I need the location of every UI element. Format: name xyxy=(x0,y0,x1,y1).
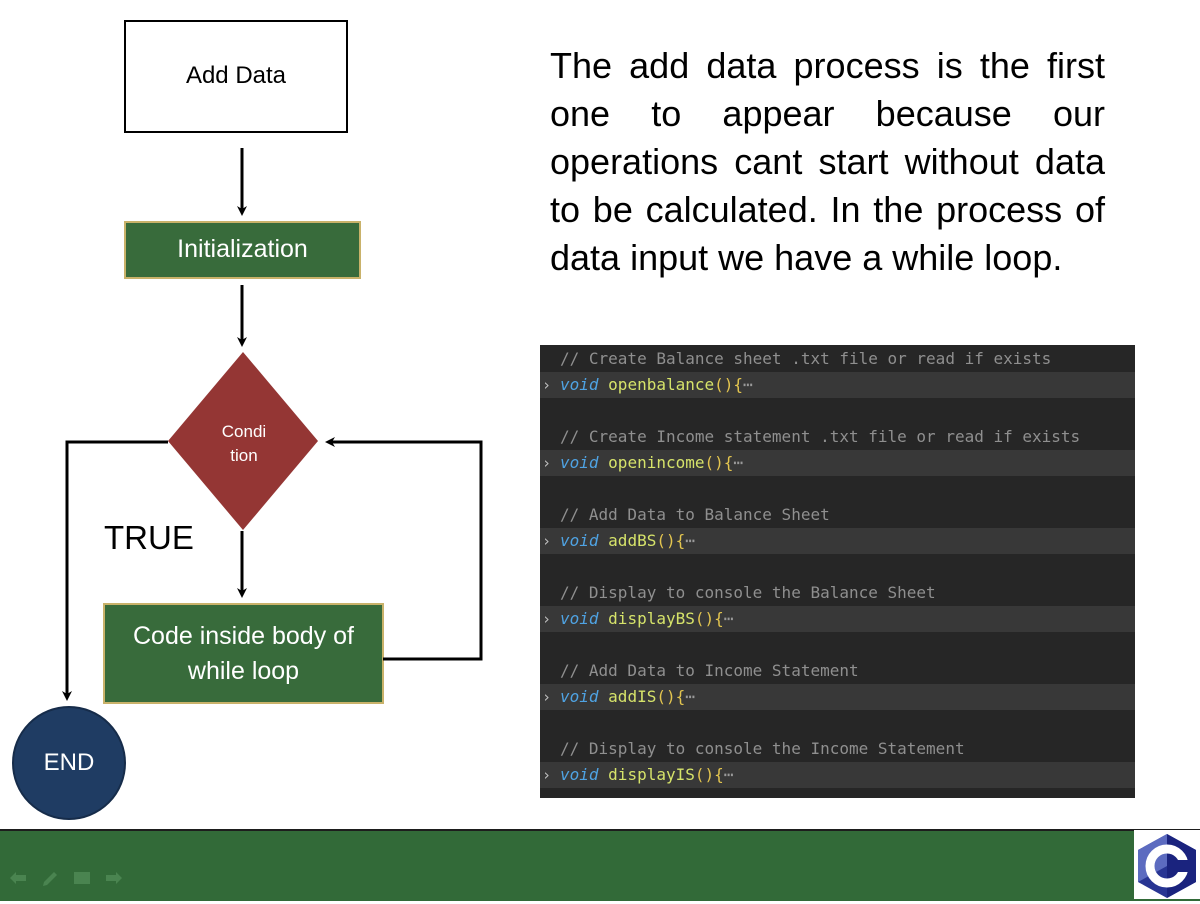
code-function-name: openincome xyxy=(608,453,705,472)
function-signature: void openbalance(){⋯ xyxy=(560,372,753,398)
code-comment: // Display to console the Balance Sheet xyxy=(560,583,936,602)
code-comment: // Add Data to Balance Sheet xyxy=(560,505,830,524)
code-comment: // Create Balance sheet .txt file or rea… xyxy=(560,349,1052,368)
code-parens: (){ xyxy=(714,375,744,394)
code-keyword: void xyxy=(560,453,599,472)
fold-chevron-icon[interactable]: › xyxy=(542,528,551,554)
code-keyword: void xyxy=(560,531,599,550)
true-branch-label: TRUE xyxy=(104,519,194,556)
body-label-line1: Code inside body of xyxy=(133,621,354,650)
function-signature: void addIS(){⋯ xyxy=(560,684,695,710)
function-signature: void displayBS(){⋯ xyxy=(560,606,733,632)
menu-icon[interactable] xyxy=(72,871,92,887)
arrow-left-icon[interactable] xyxy=(8,871,28,887)
body-label-line2: while loop xyxy=(187,656,300,685)
condition-label-line1: Condi xyxy=(221,422,267,442)
code-function-name: addIS xyxy=(608,687,657,706)
fold-chevron-icon[interactable]: › xyxy=(542,372,551,398)
init-node-label: Initialization xyxy=(177,235,308,264)
folded-ellipsis-icon[interactable]: ⋯ xyxy=(685,687,695,706)
folded-ellipsis-icon[interactable]: ⋯ xyxy=(685,531,695,550)
code-parens: (){ xyxy=(656,531,686,550)
description-text: The add data process is the first one to… xyxy=(550,45,1105,278)
code-comment-line: // Display to console the Balance Sheet xyxy=(540,580,1135,606)
fold-chevron-icon[interactable]: › xyxy=(542,684,551,710)
function-signature: void openincome(){⋯ xyxy=(560,450,743,476)
code-comment-line: // Create Income statement .txt file or … xyxy=(540,424,1135,450)
start-node-label: Add Data xyxy=(185,62,287,90)
condition-label-line2: tion xyxy=(230,446,258,465)
fold-chevron-icon[interactable]: › xyxy=(542,762,551,788)
code-function-name: openbalance xyxy=(608,375,715,394)
code-comment: // Add Data to Income Statement xyxy=(560,661,859,680)
bottom-bar xyxy=(0,829,1200,901)
pen-icon[interactable] xyxy=(40,871,60,887)
fold-chevron-icon[interactable]: › xyxy=(542,606,551,632)
code-comment-line: // Display to console the Income Stateme… xyxy=(540,736,1135,762)
code-parens: (){ xyxy=(656,687,686,706)
code-function-line[interactable]: › void openbalance(){⋯ xyxy=(540,372,1135,398)
code-function-line[interactable]: › void addBS(){⋯ xyxy=(540,528,1135,554)
code-keyword: void xyxy=(560,375,599,394)
fold-chevron-icon[interactable]: › xyxy=(542,450,551,476)
arrow-right-icon[interactable] xyxy=(104,871,124,887)
code-function-line[interactable]: › void displayIS(){⋯ xyxy=(540,762,1135,788)
code-keyword: void xyxy=(560,765,599,784)
code-keyword: void xyxy=(560,609,599,628)
condition-node-label: Condi tion xyxy=(190,415,298,473)
folded-ellipsis-icon[interactable]: ⋯ xyxy=(724,609,734,628)
code-comment: // Create Income statement .txt file or … xyxy=(560,427,1081,446)
folded-ellipsis-icon[interactable]: ⋯ xyxy=(733,453,743,472)
code-comment-line: // Create Balance sheet .txt file or rea… xyxy=(540,346,1135,372)
code-function-line[interactable]: › void openincome(){⋯ xyxy=(540,450,1135,476)
code-parens: (){ xyxy=(694,765,724,784)
code-comment: // Display to console the Income Stateme… xyxy=(560,739,965,758)
code-keyword: void xyxy=(560,687,599,706)
code-parens: (){ xyxy=(694,609,724,628)
code-function-name: displayBS xyxy=(608,609,695,628)
end-node-label: END xyxy=(43,748,95,776)
c-language-logo-icon xyxy=(1134,830,1200,899)
code-panel: // Create Balance sheet .txt file or rea… xyxy=(540,345,1135,798)
code-function-name: addBS xyxy=(608,531,657,550)
code-comment-line: // Add Data to Balance Sheet xyxy=(540,502,1135,528)
code-parens: (){ xyxy=(704,453,734,472)
body-node-label: Code inside body of while loop xyxy=(103,603,384,704)
code-comment-line: // Add Data to Income Statement xyxy=(540,658,1135,684)
code-function-line[interactable]: › void displayBS(){⋯ xyxy=(540,606,1135,632)
folded-ellipsis-icon[interactable]: ⋯ xyxy=(743,375,753,394)
function-signature: void addBS(){⋯ xyxy=(560,528,695,554)
code-function-line[interactable]: › void addIS(){⋯ xyxy=(540,684,1135,710)
code-function-name: displayIS xyxy=(608,765,695,784)
slide-nav-controls xyxy=(8,871,124,889)
function-signature: void displayIS(){⋯ xyxy=(560,762,733,788)
folded-ellipsis-icon[interactable]: ⋯ xyxy=(724,765,734,784)
